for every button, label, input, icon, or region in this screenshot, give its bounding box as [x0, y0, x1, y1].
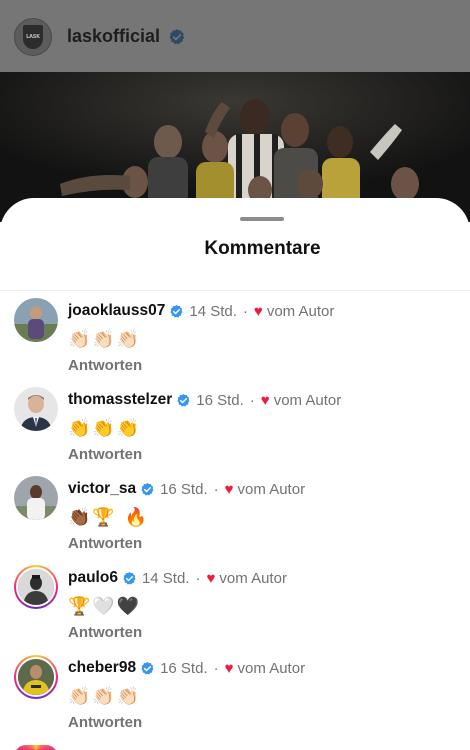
- comment-meta: paulo6 14 Std. · ♥ vom Autor: [68, 569, 287, 587]
- divider: [0, 290, 470, 291]
- club-logo-text: LASK: [26, 33, 40, 40]
- reply-button[interactable]: Antworten: [68, 446, 142, 463]
- verified-badge-icon: [177, 393, 190, 406]
- next-comment-avatar: [14, 745, 58, 750]
- post-username[interactable]: laskofficial: [67, 26, 160, 47]
- comment-text: 👏👏👏: [68, 418, 142, 439]
- separator: ·: [213, 659, 219, 677]
- user-photo: [14, 387, 58, 431]
- comment-username[interactable]: thomasstelzer: [68, 391, 172, 409]
- reply-button[interactable]: Antworten: [68, 535, 142, 552]
- comment-username[interactable]: joaoklauss07: [68, 302, 165, 320]
- liked-by-author: vom Autor: [237, 659, 306, 677]
- avatar[interactable]: [14, 298, 58, 342]
- liked-by-author: vom Autor: [237, 480, 306, 498]
- comment-meta: thomasstelzer 16 Std. · ♥ vom Autor: [68, 391, 341, 409]
- sheet-title: Kommentare: [204, 238, 321, 259]
- avatar-story-ring[interactable]: [14, 655, 58, 699]
- comment-item: cheber98 16 Std. · ♥ vom Autor 👏🏻👏🏻👏🏻 An…: [0, 655, 470, 743]
- profile-avatar[interactable]: LASK: [14, 18, 52, 56]
- comment-meta: cheber98 16 Std. · ♥ vom Autor: [68, 659, 305, 677]
- comment-time: 16 Std.: [160, 480, 208, 498]
- comment-text: 🏆🤍🖤: [68, 596, 142, 617]
- user-photo: [14, 298, 58, 342]
- verified-badge-icon: [169, 29, 185, 45]
- user-photo: [18, 569, 54, 605]
- user-photo: [18, 659, 54, 695]
- separator: ·: [242, 302, 248, 320]
- comment-meta: joaoklauss07 14 Std. · ♥ vom Autor: [68, 302, 334, 320]
- comments-sheet: Kommentare joaoklauss07 14 Std. · ♥ vom …: [0, 198, 470, 750]
- separator: ·: [213, 480, 219, 498]
- reply-button[interactable]: Antworten: [68, 357, 142, 374]
- comment-time: 14 Std.: [141, 569, 190, 587]
- club-logo: LASK: [23, 25, 43, 49]
- verified-badge-icon: [141, 482, 154, 495]
- drag-handle[interactable]: [240, 217, 284, 221]
- comment-text: 👏🏾🏆 🔥: [68, 507, 149, 528]
- verified-badge-icon: [123, 571, 136, 584]
- reply-button[interactable]: Antworten: [68, 714, 142, 731]
- comment-time: 16 Std.: [196, 391, 244, 409]
- comment-meta: victor_sa 16 Std. · ♥ vom Autor: [68, 480, 305, 498]
- comment-time: 16 Std.: [160, 659, 208, 677]
- avatar[interactable]: [14, 476, 58, 520]
- comment-item: paulo6 14 Std. · ♥ vom Autor 🏆🤍🖤 Antwort…: [0, 565, 470, 653]
- comment-item: thomasstelzer 16 Std. · ♥ vom Autor 👏👏👏 …: [0, 387, 470, 475]
- comment-text: 👏🏻👏🏻👏🏻: [68, 686, 142, 707]
- comment-username[interactable]: paulo6: [68, 569, 118, 587]
- separator: ·: [249, 391, 255, 409]
- heart-icon: ♥: [224, 659, 234, 677]
- post-header: LASK laskofficial: [0, 0, 470, 72]
- liked-by-author: vom Autor: [273, 391, 342, 409]
- avatar[interactable]: [14, 387, 58, 431]
- heart-icon: ♥: [206, 569, 216, 587]
- heart-icon: ♥: [260, 391, 270, 409]
- comment-username[interactable]: victor_sa: [68, 480, 136, 498]
- liked-by-author: vom Autor: [266, 302, 335, 320]
- comment-text: 👏🏻👏🏻👏🏻: [68, 329, 142, 350]
- comment-item: joaoklauss07 14 Std. · ♥ vom Autor 👏🏻👏🏻👏…: [0, 298, 470, 386]
- reply-button[interactable]: Antworten: [68, 624, 142, 641]
- heart-icon: ♥: [224, 480, 234, 498]
- comment-time: 14 Std.: [189, 302, 237, 320]
- comment-item: victor_sa 16 Std. · ♥ vom Autor 👏🏾🏆 🔥 An…: [0, 476, 470, 564]
- heart-icon: ♥: [253, 302, 263, 320]
- verified-badge-icon: [170, 304, 183, 317]
- verified-badge-icon: [141, 661, 154, 674]
- separator: ·: [195, 569, 201, 587]
- user-photo: [14, 476, 58, 520]
- avatar-story-ring[interactable]: [14, 565, 58, 609]
- liked-by-author: vom Autor: [219, 569, 287, 587]
- comment-username[interactable]: cheber98: [68, 659, 136, 677]
